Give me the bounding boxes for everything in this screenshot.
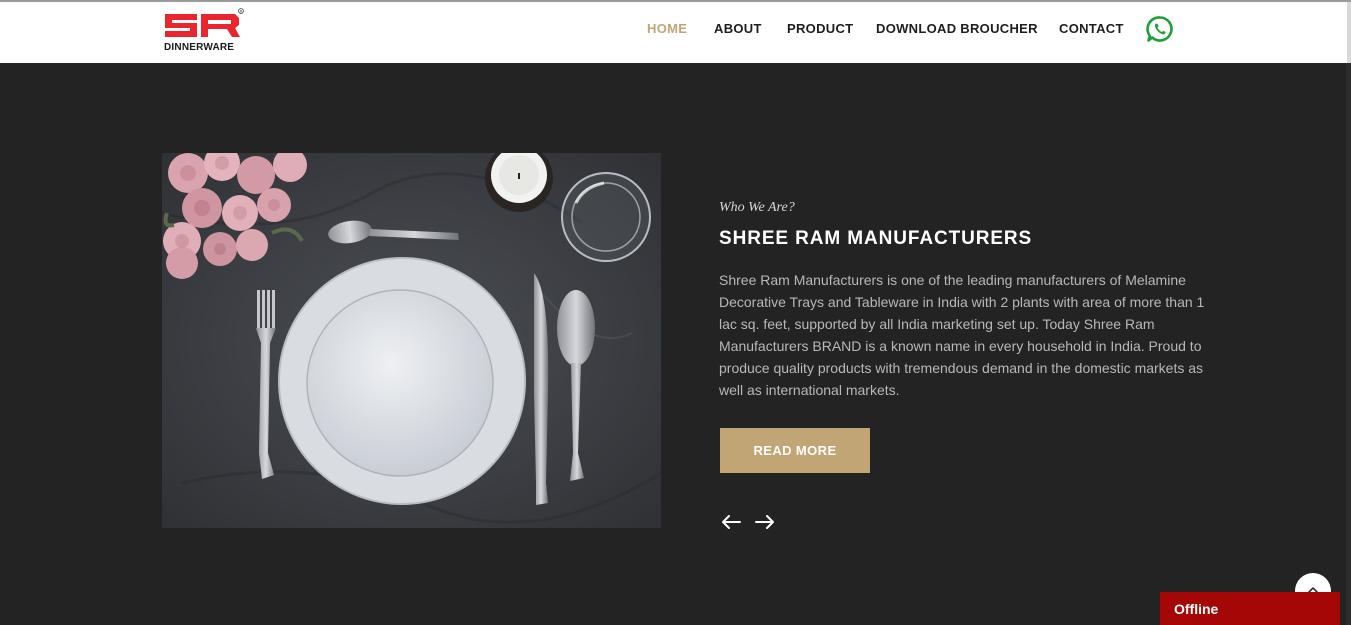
table-setting-photo	[162, 153, 661, 528]
nav-product[interactable]: PRODUCT	[787, 21, 853, 37]
whatsapp-icon[interactable]	[1146, 15, 1174, 43]
read-more-button[interactable]: READ MORE	[720, 428, 870, 473]
arrow-right-icon[interactable]	[754, 512, 776, 532]
brand-logo[interactable]: R DINNERWARE	[163, 8, 245, 56]
site-header: R DINNERWARE HOME ABOUT PRODUCT DOWNLOAD…	[0, 2, 1351, 63]
logo-text: DINNERWARE	[164, 42, 235, 53]
nav-about[interactable]: ABOUT	[714, 21, 762, 37]
section-subtitle: Who We Are?	[719, 200, 795, 215]
nav-contact[interactable]: CONTACT	[1059, 21, 1124, 37]
sr-logo-mark-icon: R	[165, 8, 244, 37]
about-description: Shree Ram Manufacturers is one of the le…	[719, 272, 1205, 398]
chat-widget-status[interactable]: Offline	[1160, 592, 1340, 625]
nav-home[interactable]: HOME	[647, 21, 687, 37]
arrow-left-icon[interactable]	[720, 512, 742, 532]
page-scrollbar[interactable]	[1346, 63, 1351, 625]
section-title: SHREE RAM MANUFACTURERS	[719, 228, 1033, 249]
nav-download-broucher[interactable]: DOWNLOAD BROUCHER	[876, 21, 1038, 37]
